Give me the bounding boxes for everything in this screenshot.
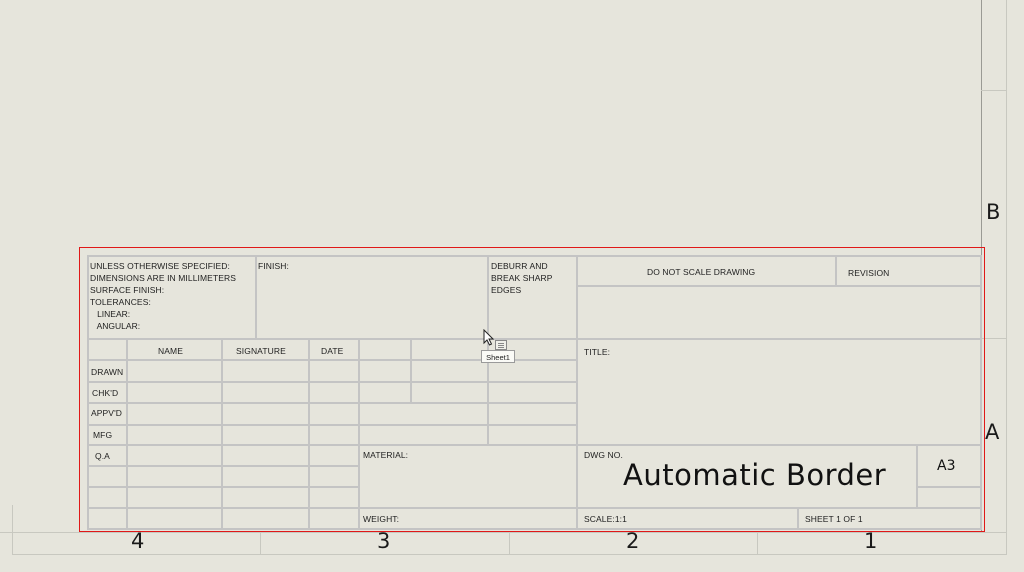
row-header-mfg: MFG: [93, 430, 113, 440]
tb-row-line-4: [87, 424, 577, 426]
deburr-line-1: DEBURR AND: [491, 261, 548, 271]
row-header-qa: Q.A: [95, 451, 110, 461]
dwg-no-value: Automatic Border: [623, 458, 887, 492]
col-header-signature: SIGNATURE: [236, 346, 286, 356]
tb-col-line-signature: [221, 338, 223, 530]
tb-col-line-material: [358, 338, 360, 530]
tb-row-line-2: [87, 381, 577, 383]
sheet-edge-right: [1006, 0, 1007, 555]
tb-col-line-name: [126, 338, 128, 530]
title-label: TITLE:: [584, 347, 611, 357]
zone-divider-b: [981, 90, 1007, 91]
sheet-tooltip: Sheet1: [481, 350, 515, 363]
sheet-icon: [495, 340, 507, 350]
tb-border-left: [87, 255, 89, 530]
sheet-edge-bottom: [12, 554, 1007, 555]
tb-line-revision-bottom: [578, 285, 982, 287]
tb-border-top: [87, 255, 982, 257]
col-header-date: DATE: [321, 346, 344, 356]
deburr-line-3: EDGES: [491, 285, 522, 295]
spec-line-5: LINEAR:: [90, 309, 131, 319]
tb-vline-sheet: [797, 507, 799, 530]
zone-label-1: 1: [864, 529, 878, 553]
finish-label: FINISH:: [258, 261, 289, 271]
zone-divider-3-2: [509, 532, 510, 554]
col-header-name: NAME: [158, 346, 183, 356]
tb-row-line-3: [87, 402, 577, 404]
tb-vline-finish: [255, 255, 257, 340]
material-label: MATERIAL:: [363, 450, 409, 460]
spec-line-4: TOLERANCES:: [90, 297, 151, 307]
zone-divider-2-1: [757, 532, 758, 554]
revision-label: REVISION: [848, 268, 890, 278]
deburr-line-2: BREAK SHARP: [491, 273, 553, 283]
spec-line-2: DIMENSIONS ARE IN MILLIMETERS: [90, 273, 237, 283]
sheet-size-value: A3: [937, 458, 956, 474]
row-header-drawn: DRAWN: [91, 367, 124, 377]
sheet-edge-left: [12, 505, 13, 555]
spec-line-6: ANGULAR:: [90, 321, 141, 331]
dwg-no-label: DWG NO.: [584, 450, 623, 460]
spec-line-3: SURFACE FINISH:: [90, 285, 165, 295]
zone-label-4: 4: [131, 529, 145, 553]
tb-vline-size: [916, 444, 918, 509]
tb-border-right: [980, 255, 982, 530]
zone-label-a: A: [985, 420, 1000, 444]
weight-label: WEIGHT:: [363, 514, 400, 524]
tb-col-line-extra1: [410, 338, 412, 403]
tb-line-size-bottom: [916, 486, 982, 488]
zone-label-3: 3: [377, 529, 391, 553]
row-header-checked: CHK'D: [92, 388, 119, 398]
sheet-bottom-border: [0, 532, 1006, 533]
zone-label-b: B: [986, 200, 1001, 224]
zone-divider-4-3: [260, 532, 261, 554]
tb-vline-deburr: [487, 255, 489, 340]
zone-label-2: 2: [626, 529, 640, 553]
title-block[interactable]: UNLESS OTHERWISE SPECIFIED: DIMENSIONS A…: [79, 247, 985, 532]
spec-line-1: UNLESS OTHERWISE SPECIFIED:: [90, 261, 230, 271]
tb-vline-revision: [835, 255, 837, 287]
row-header-approved: APPV'D: [91, 408, 123, 418]
do-not-scale-label: DO NOT SCALE DRAWING: [647, 267, 756, 277]
sheet-count-label: SHEET 1 OF 1: [805, 514, 863, 524]
tb-vline-right-section: [576, 255, 578, 530]
tb-col-line-date: [308, 338, 310, 530]
mouse-cursor-icon: [483, 329, 495, 346]
scale-label: SCALE:1:1: [584, 514, 627, 524]
